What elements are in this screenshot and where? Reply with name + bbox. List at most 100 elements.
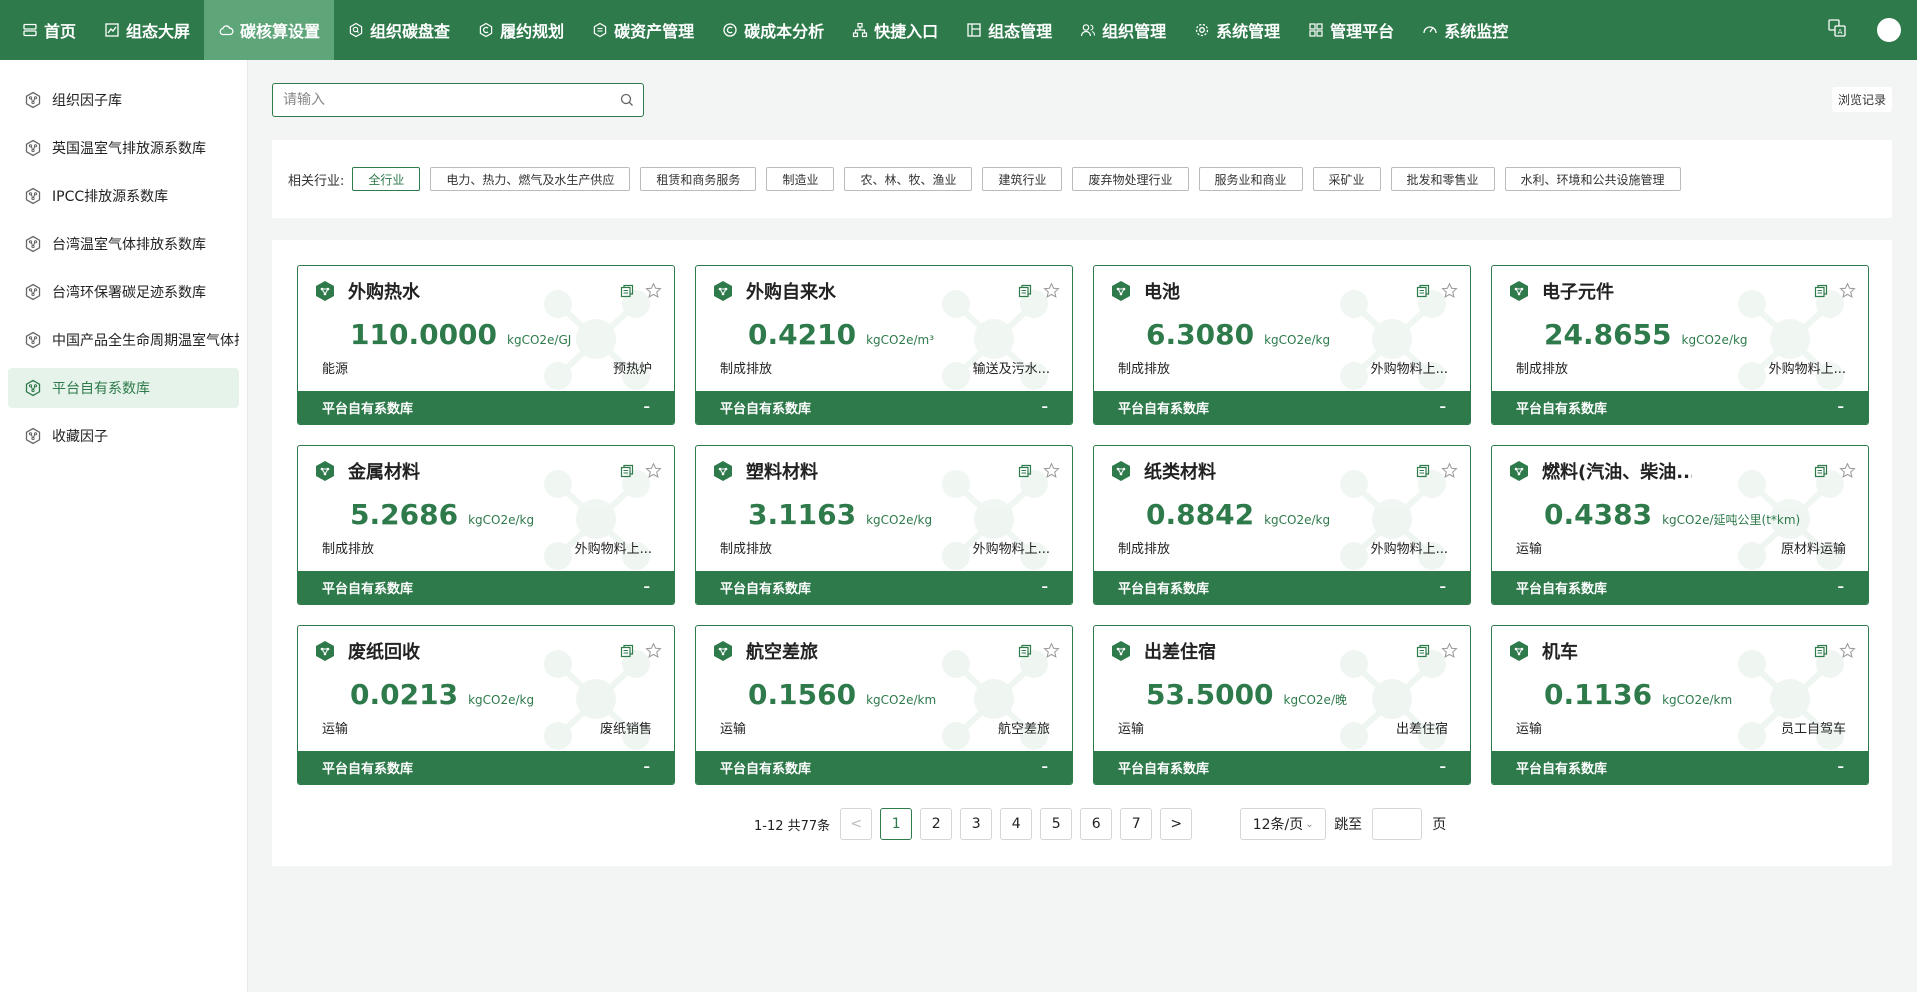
star-icon[interactable] xyxy=(645,642,662,659)
factor-card[interactable]: 出差住宿 53.5000 kgCO2e/晚 运输 出差住宿 平台自有系数库 – xyxy=(1093,625,1471,785)
page-button-1[interactable]: 1 xyxy=(880,808,913,840)
star-icon[interactable] xyxy=(1441,282,1458,299)
browse-history-button[interactable]: 浏览记录 xyxy=(1831,87,1892,112)
avatar[interactable] xyxy=(1877,18,1901,42)
copy-icon[interactable] xyxy=(1813,463,1839,479)
nav-item-9[interactable]: 组织管理 xyxy=(1066,0,1180,60)
factor-library-icon xyxy=(24,331,52,349)
page-button-4[interactable]: 4 xyxy=(1000,808,1033,840)
star-icon[interactable] xyxy=(645,282,662,299)
copy-icon[interactable] xyxy=(1017,643,1043,659)
factor-hex-icon xyxy=(1110,640,1144,662)
page-button-2[interactable]: 2 xyxy=(920,808,953,840)
card-source: 平台自有系数库 xyxy=(322,582,414,597)
card-extra: – xyxy=(1837,760,1845,775)
sidebar-item-6[interactable]: 平台自有系数库 xyxy=(8,368,239,408)
industry-tag-9[interactable]: 批发和零售业 xyxy=(1390,167,1495,191)
nav-item-label: 碳核算设置 xyxy=(240,22,321,41)
nav-item-5[interactable]: 碳资产管理 xyxy=(578,0,708,60)
page-button-7[interactable]: 7 xyxy=(1120,808,1153,840)
copy-icon[interactable] xyxy=(1415,283,1441,299)
industry-tag-0[interactable]: 全行业 xyxy=(352,167,421,191)
copy-icon[interactable] xyxy=(1017,283,1043,299)
star-icon[interactable] xyxy=(1043,642,1060,659)
sidebar-item-label: IPCC排放源系数库 xyxy=(52,189,169,205)
nav-item-11[interactable]: 管理平台 xyxy=(1294,0,1408,60)
filter-label: 相关行业: xyxy=(288,173,345,189)
industry-tag-1[interactable]: 电力、热力、燃气及水生产供应 xyxy=(430,167,631,191)
search-icon[interactable] xyxy=(619,92,635,108)
star-icon[interactable] xyxy=(1043,462,1060,479)
industry-tag-7[interactable]: 服务业和商业 xyxy=(1198,167,1303,191)
page-button-3[interactable]: 3 xyxy=(960,808,993,840)
industry-tag-10[interactable]: 水利、环境和公共设施管理 xyxy=(1504,167,1681,191)
copy-icon[interactable] xyxy=(1813,643,1839,659)
nav-item-8[interactable]: 组态管理 xyxy=(952,0,1066,60)
factor-card[interactable]: 外购自来水 0.4210 kgCO2e/m³ 制成排放 输送及污水... 平台自有系数库 – xyxy=(695,265,1073,425)
factor-card[interactable]: 外购热水 110.0000 kgCO2e/GJ 能源 预热炉 平台自有系数库 – xyxy=(297,265,675,425)
sidebar-item-4[interactable]: 台湾环保署碳足迹系数库 xyxy=(8,272,239,312)
industry-tag-2[interactable]: 租赁和商务服务 xyxy=(640,167,757,191)
nav-item-7[interactable]: 快捷入口 xyxy=(838,0,952,60)
industry-tag-4[interactable]: 农、林、牧、渔业 xyxy=(844,167,973,191)
factor-card[interactable]: 电池 6.3080 kgCO2e/kg 制成排放 外购物料上... 平台自有系数库 – xyxy=(1093,265,1471,425)
factor-value-row: 0.8842 kgCO2e/kg xyxy=(1146,498,1330,531)
next-page-button[interactable]: > xyxy=(1160,808,1193,840)
sidebar-item-1[interactable]: 英国温室气排放源系数库 xyxy=(8,128,239,168)
copy-icon[interactable] xyxy=(619,643,645,659)
factor-value-row: 0.0213 kgCO2e/kg xyxy=(350,678,534,711)
factor-value-row: 0.4383 kgCO2e/延吨公里(t*km) xyxy=(1544,498,1800,531)
copy-icon[interactable] xyxy=(1415,643,1441,659)
sidebar-item-2[interactable]: IPCC排放源系数库 xyxy=(8,176,239,216)
factor-card[interactable]: 燃料(汽油、柴油... 0.4383 kgCO2e/延吨公里(t*km) 运输 原材料运… xyxy=(1491,445,1869,605)
industry-tag-3[interactable]: 制造业 xyxy=(766,167,835,191)
star-icon[interactable] xyxy=(1839,282,1856,299)
factor-card[interactable]: 航空差旅 0.1560 kgCO2e/km 运输 航空差旅 平台自有系数库 – xyxy=(695,625,1073,785)
nav-item-2[interactable]: 碳核算设置 xyxy=(204,0,335,60)
copy-icon[interactable] xyxy=(1415,463,1441,479)
nav-item-10[interactable]: 系统管理 xyxy=(1180,0,1294,60)
nav-item-12[interactable]: 系统监控 xyxy=(1408,0,1522,60)
factor-card[interactable]: 塑料材料 3.1163 kgCO2e/kg 制成排放 外购物料上... 平台自有系数库 – xyxy=(695,445,1073,605)
jump-page-input[interactable] xyxy=(1372,808,1423,840)
emission-scope: 制成排放 xyxy=(1118,542,1171,557)
industry-tag-6[interactable]: 废弃物处理行业 xyxy=(1072,167,1189,191)
card-extra: – xyxy=(1837,580,1845,595)
star-icon[interactable] xyxy=(1043,282,1060,299)
copy-icon[interactable] xyxy=(619,463,645,479)
star-icon[interactable] xyxy=(645,462,662,479)
card-extra: – xyxy=(1439,580,1447,595)
industry-tag-8[interactable]: 采矿业 xyxy=(1312,167,1381,191)
circle-c-icon xyxy=(722,22,738,38)
search-input[interactable] xyxy=(283,92,603,108)
sidebar-item-5[interactable]: 中国产品全生命周期温室气体排放系数库 xyxy=(8,320,239,360)
search-box[interactable] xyxy=(272,83,644,117)
star-icon[interactable] xyxy=(1441,642,1458,659)
copy-icon[interactable] xyxy=(1813,283,1839,299)
sidebar-item-0[interactable]: 组织因子库 xyxy=(8,80,239,120)
copy-icon[interactable] xyxy=(1017,463,1043,479)
page-button-5[interactable]: 5 xyxy=(1040,808,1073,840)
nav-item-1[interactable]: 组态大屏 xyxy=(90,0,204,60)
factor-card[interactable]: 废纸回收 0.0213 kgCO2e/kg 运输 废纸销售 平台自有系数库 – xyxy=(297,625,675,785)
copy-icon[interactable] xyxy=(619,283,645,299)
factor-card[interactable]: 机车 0.1136 kgCO2e/km 运输 员工自驾车 平台自有系数库 – xyxy=(1491,625,1869,785)
nav-item-6[interactable]: 碳成本分析 xyxy=(708,0,838,60)
nav-item-3[interactable]: 组织碳盘查 xyxy=(334,0,464,60)
star-icon[interactable] xyxy=(1839,462,1856,479)
translate-icon[interactable]: A xyxy=(1827,18,1877,42)
sidebar-item-3[interactable]: 台湾温室气体排放系数库 xyxy=(8,224,239,264)
sidebar-item-7[interactable]: 收藏因子 xyxy=(8,416,239,456)
nav-item-4[interactable]: 履约规划 xyxy=(464,0,578,60)
star-icon[interactable] xyxy=(1441,462,1458,479)
factor-card[interactable]: 纸类材料 0.8842 kgCO2e/kg 制成排放 外购物料上... 平台自有系数库 – xyxy=(1093,445,1471,605)
prev-page-button[interactable]: < xyxy=(840,808,873,840)
star-icon[interactable] xyxy=(1839,642,1856,659)
card-extra: – xyxy=(1837,400,1845,415)
industry-tag-5[interactable]: 建筑行业 xyxy=(982,167,1063,191)
factor-card[interactable]: 电子元件 24.8655 kgCO2e/kg 制成排放 外购物料上... 平台自有系数库 – xyxy=(1491,265,1869,425)
page-button-6[interactable]: 6 xyxy=(1080,808,1113,840)
page-size-select[interactable]: 12条/页 ⌄ xyxy=(1240,808,1327,840)
factor-card[interactable]: 金属材料 5.2686 kgCO2e/kg 制成排放 外购物料上... 平台自有系数库 – xyxy=(297,445,675,605)
nav-item-0[interactable]: 首页 xyxy=(8,0,90,60)
